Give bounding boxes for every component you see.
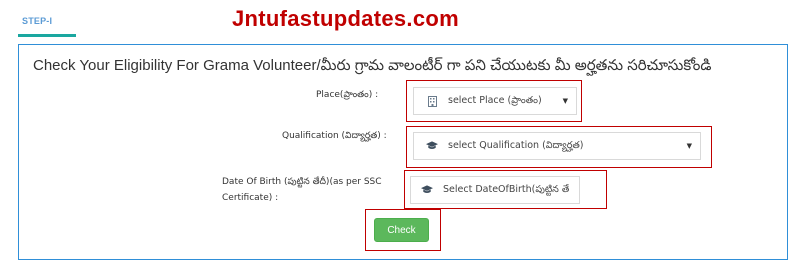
dob-input-placeholder: Select DateOfBirth(పుట్టిన తే: [443, 183, 570, 195]
form-heading: Check Your Eligibility For Grama Volunte…: [33, 57, 712, 74]
chevron-down-icon: ▼: [562, 97, 568, 105]
check-button[interactable]: Check: [374, 218, 429, 242]
dob-label-line2: Certificate) :: [222, 193, 279, 203]
building-icon: [426, 95, 438, 107]
tab-active-indicator: [18, 34, 76, 37]
tab-step-1[interactable]: STEP-I: [22, 16, 52, 26]
place-select[interactable]: select Place (ప్రాంతం) ▼: [413, 87, 577, 115]
graduation-cap-icon: [421, 185, 433, 195]
graduation-cap-icon: [426, 141, 438, 151]
dob-input[interactable]: Select DateOfBirth(పుట్టిన తే: [410, 176, 580, 204]
dob-label-line1: Date Of Birth (పుట్టిన తేదీ)(as per SSC: [222, 177, 382, 187]
chevron-down-icon: ▼: [686, 142, 692, 150]
qualification-label: Qualification (విద్యార్హత) :: [282, 131, 387, 141]
place-select-value: select Place (ప్రాంతం): [448, 94, 542, 106]
qualification-select-value: select Qualification (విద్యార్హత): [448, 139, 584, 151]
place-label: Place(ప్రాంతం) :: [316, 90, 379, 100]
watermark-text: Jntufastupdates.com: [232, 6, 459, 31]
qualification-select[interactable]: select Qualification (విద్యార్హత) ▼: [413, 132, 701, 160]
